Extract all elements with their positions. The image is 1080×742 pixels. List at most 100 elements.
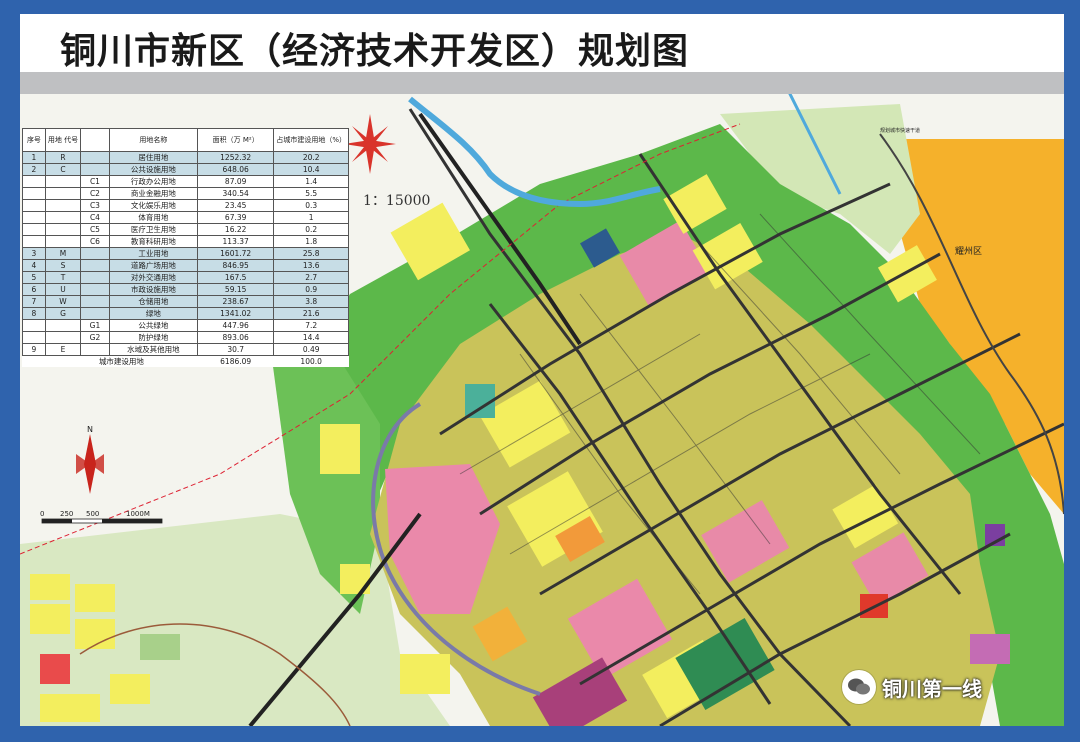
- cell-sub: C6: [80, 235, 110, 248]
- cell-no: [22, 187, 46, 200]
- cell-sub: [80, 295, 110, 308]
- cell-name: 仓储用地: [108, 295, 198, 308]
- cell-area: 846.95: [196, 259, 275, 272]
- table-row: 6 U 市政设施用地 59.15 0.9: [22, 283, 349, 296]
- cell-code: [44, 319, 82, 332]
- table-row: C5 医疗卫生用地 16.22 0.2: [22, 223, 349, 236]
- cell-code: [44, 211, 82, 224]
- cell-name: 工业用地: [108, 247, 198, 260]
- scale-bar-label-500: 500: [86, 510, 99, 518]
- cell-pct: 7.2: [273, 319, 349, 332]
- cell-sub: [80, 343, 110, 356]
- cell-sub: G2: [80, 331, 110, 344]
- yaozhou-district-label: 耀州区: [955, 246, 982, 257]
- table-row: 2 C 公共设施用地 648.06 10.4: [22, 163, 349, 176]
- cell-name: 文化娱乐用地: [108, 199, 198, 212]
- cell-no: 9: [22, 343, 46, 356]
- title-band: 铜川市新区（经济技术开发区）规划图: [20, 14, 1064, 74]
- table-body: 1 R 居住用地 1252.32 20.2 2 C 公共设施用地 648.06 10.4 C1 行政办…: [22, 151, 349, 368]
- header-pct: 占城市建设用地（%）: [273, 128, 349, 152]
- cell-area: 648.06: [196, 163, 275, 176]
- cell-code: [44, 331, 82, 344]
- table-row: G2 防护绿地 893.06 14.4: [22, 331, 349, 344]
- cell-no: [22, 175, 46, 188]
- cell-no: 4: [22, 259, 46, 272]
- cell-pct: 25.8: [273, 247, 349, 260]
- cell-code: C: [44, 163, 82, 176]
- cell-no: 2: [22, 163, 46, 176]
- table-row: 5 T 对外交通用地 167.5 2.7: [22, 271, 349, 284]
- wechat-bubbles-icon: [848, 678, 870, 695]
- watermark-text: 铜川第一线: [882, 676, 982, 701]
- sw-block: [30, 574, 70, 600]
- sw-block: [40, 694, 100, 722]
- header-area: 面积（万 M²）: [196, 128, 275, 152]
- cell-pct: 10.4: [273, 163, 349, 176]
- cell-sub: [80, 163, 110, 176]
- cell-name: 商业金融用地: [108, 187, 198, 200]
- table-row: 3 M 工业用地 1601.72 25.8: [22, 247, 349, 260]
- cell-name: 体育用地: [108, 211, 198, 224]
- table-row: 1 R 居住用地 1252.32 20.2: [22, 151, 349, 164]
- cell-area: 1601.72: [196, 247, 275, 260]
- north-label: N: [87, 425, 93, 434]
- cell-pct: 14.4: [273, 331, 349, 344]
- cell-pct: 0.2: [273, 223, 349, 236]
- cell-code: R: [44, 151, 82, 164]
- cell-name: 道路广场用地: [108, 259, 198, 272]
- cell-total-area: 6186.09: [220, 357, 252, 366]
- cell-sub: [80, 247, 110, 260]
- cell-area: 167.5: [196, 271, 275, 284]
- cell-name: 医疗卫生用地: [108, 223, 198, 236]
- sw-block: [75, 584, 115, 612]
- scale-bar-label-1000: 1000M: [126, 510, 150, 518]
- cell-pct: 3.8: [273, 295, 349, 308]
- cell-no: [22, 199, 46, 212]
- map-sheet: 铜川市新区（经济技术开发区）规划图 N 0 250 500 1000M 耀州区 …: [20, 14, 1064, 726]
- cell-sub: [80, 151, 110, 164]
- cell-area: 23.45: [196, 199, 275, 212]
- cell-area: 87.09: [196, 175, 275, 188]
- scale-ratio-value: 15000: [385, 193, 431, 209]
- cell-pct: 0.3: [273, 199, 349, 212]
- cell-name: 对外交通用地: [108, 271, 198, 284]
- cell-no: 6: [22, 283, 46, 296]
- table-row: C1 行政办公用地 87.09 1.4: [22, 175, 349, 188]
- cell-area: 447.96: [196, 319, 275, 332]
- cell-code: G: [44, 307, 82, 320]
- cell-area: 893.06: [196, 331, 275, 344]
- cell-no: [22, 223, 46, 236]
- cell-no: [22, 319, 46, 332]
- cell-pct: 20.2: [273, 151, 349, 164]
- header-no: 序号: [22, 128, 46, 152]
- table-row: G1 公共绿地 447.96 7.2: [22, 319, 349, 332]
- cell-area: 67.39: [196, 211, 275, 224]
- cell-code: T: [44, 271, 82, 284]
- yellow-block: [320, 424, 360, 474]
- cell-no: 7: [22, 295, 46, 308]
- cell-code: [44, 235, 82, 248]
- cell-code: S: [44, 259, 82, 272]
- cell-pct: 13.6: [273, 259, 349, 272]
- land-use-table: 序号 用地 代号 用地名称 面积（万 M²） 占城市建设用地（%） 1 R 居住用地…: [22, 128, 349, 367]
- cell-pct: 0.49: [273, 343, 349, 356]
- table-row: C2 商业金融用地 340.54 5.5: [22, 187, 349, 200]
- sw-block: [110, 674, 150, 704]
- header-code: 用地 代号: [44, 128, 82, 152]
- cell-no: 8: [22, 307, 46, 320]
- cell-empty: [23, 356, 46, 368]
- cell-code: [44, 187, 82, 200]
- page-title: 铜川市新区（经济技术开发区）规划图: [60, 31, 690, 72]
- cell-area: 340.54: [196, 187, 275, 200]
- cell-area: 59.15: [196, 283, 275, 296]
- cell-code: [44, 199, 82, 212]
- cell-code: W: [44, 295, 82, 308]
- cell-sub: [80, 283, 110, 296]
- expressway-label: 规划城市快速干道: [880, 127, 920, 134]
- cell-pct: 1: [273, 211, 349, 224]
- cell-area: 1252.32: [196, 151, 275, 164]
- cell-pct: 2.7: [273, 271, 349, 284]
- sw-block: [140, 634, 180, 660]
- cell-no: [22, 211, 46, 224]
- cell-sub: [80, 271, 110, 284]
